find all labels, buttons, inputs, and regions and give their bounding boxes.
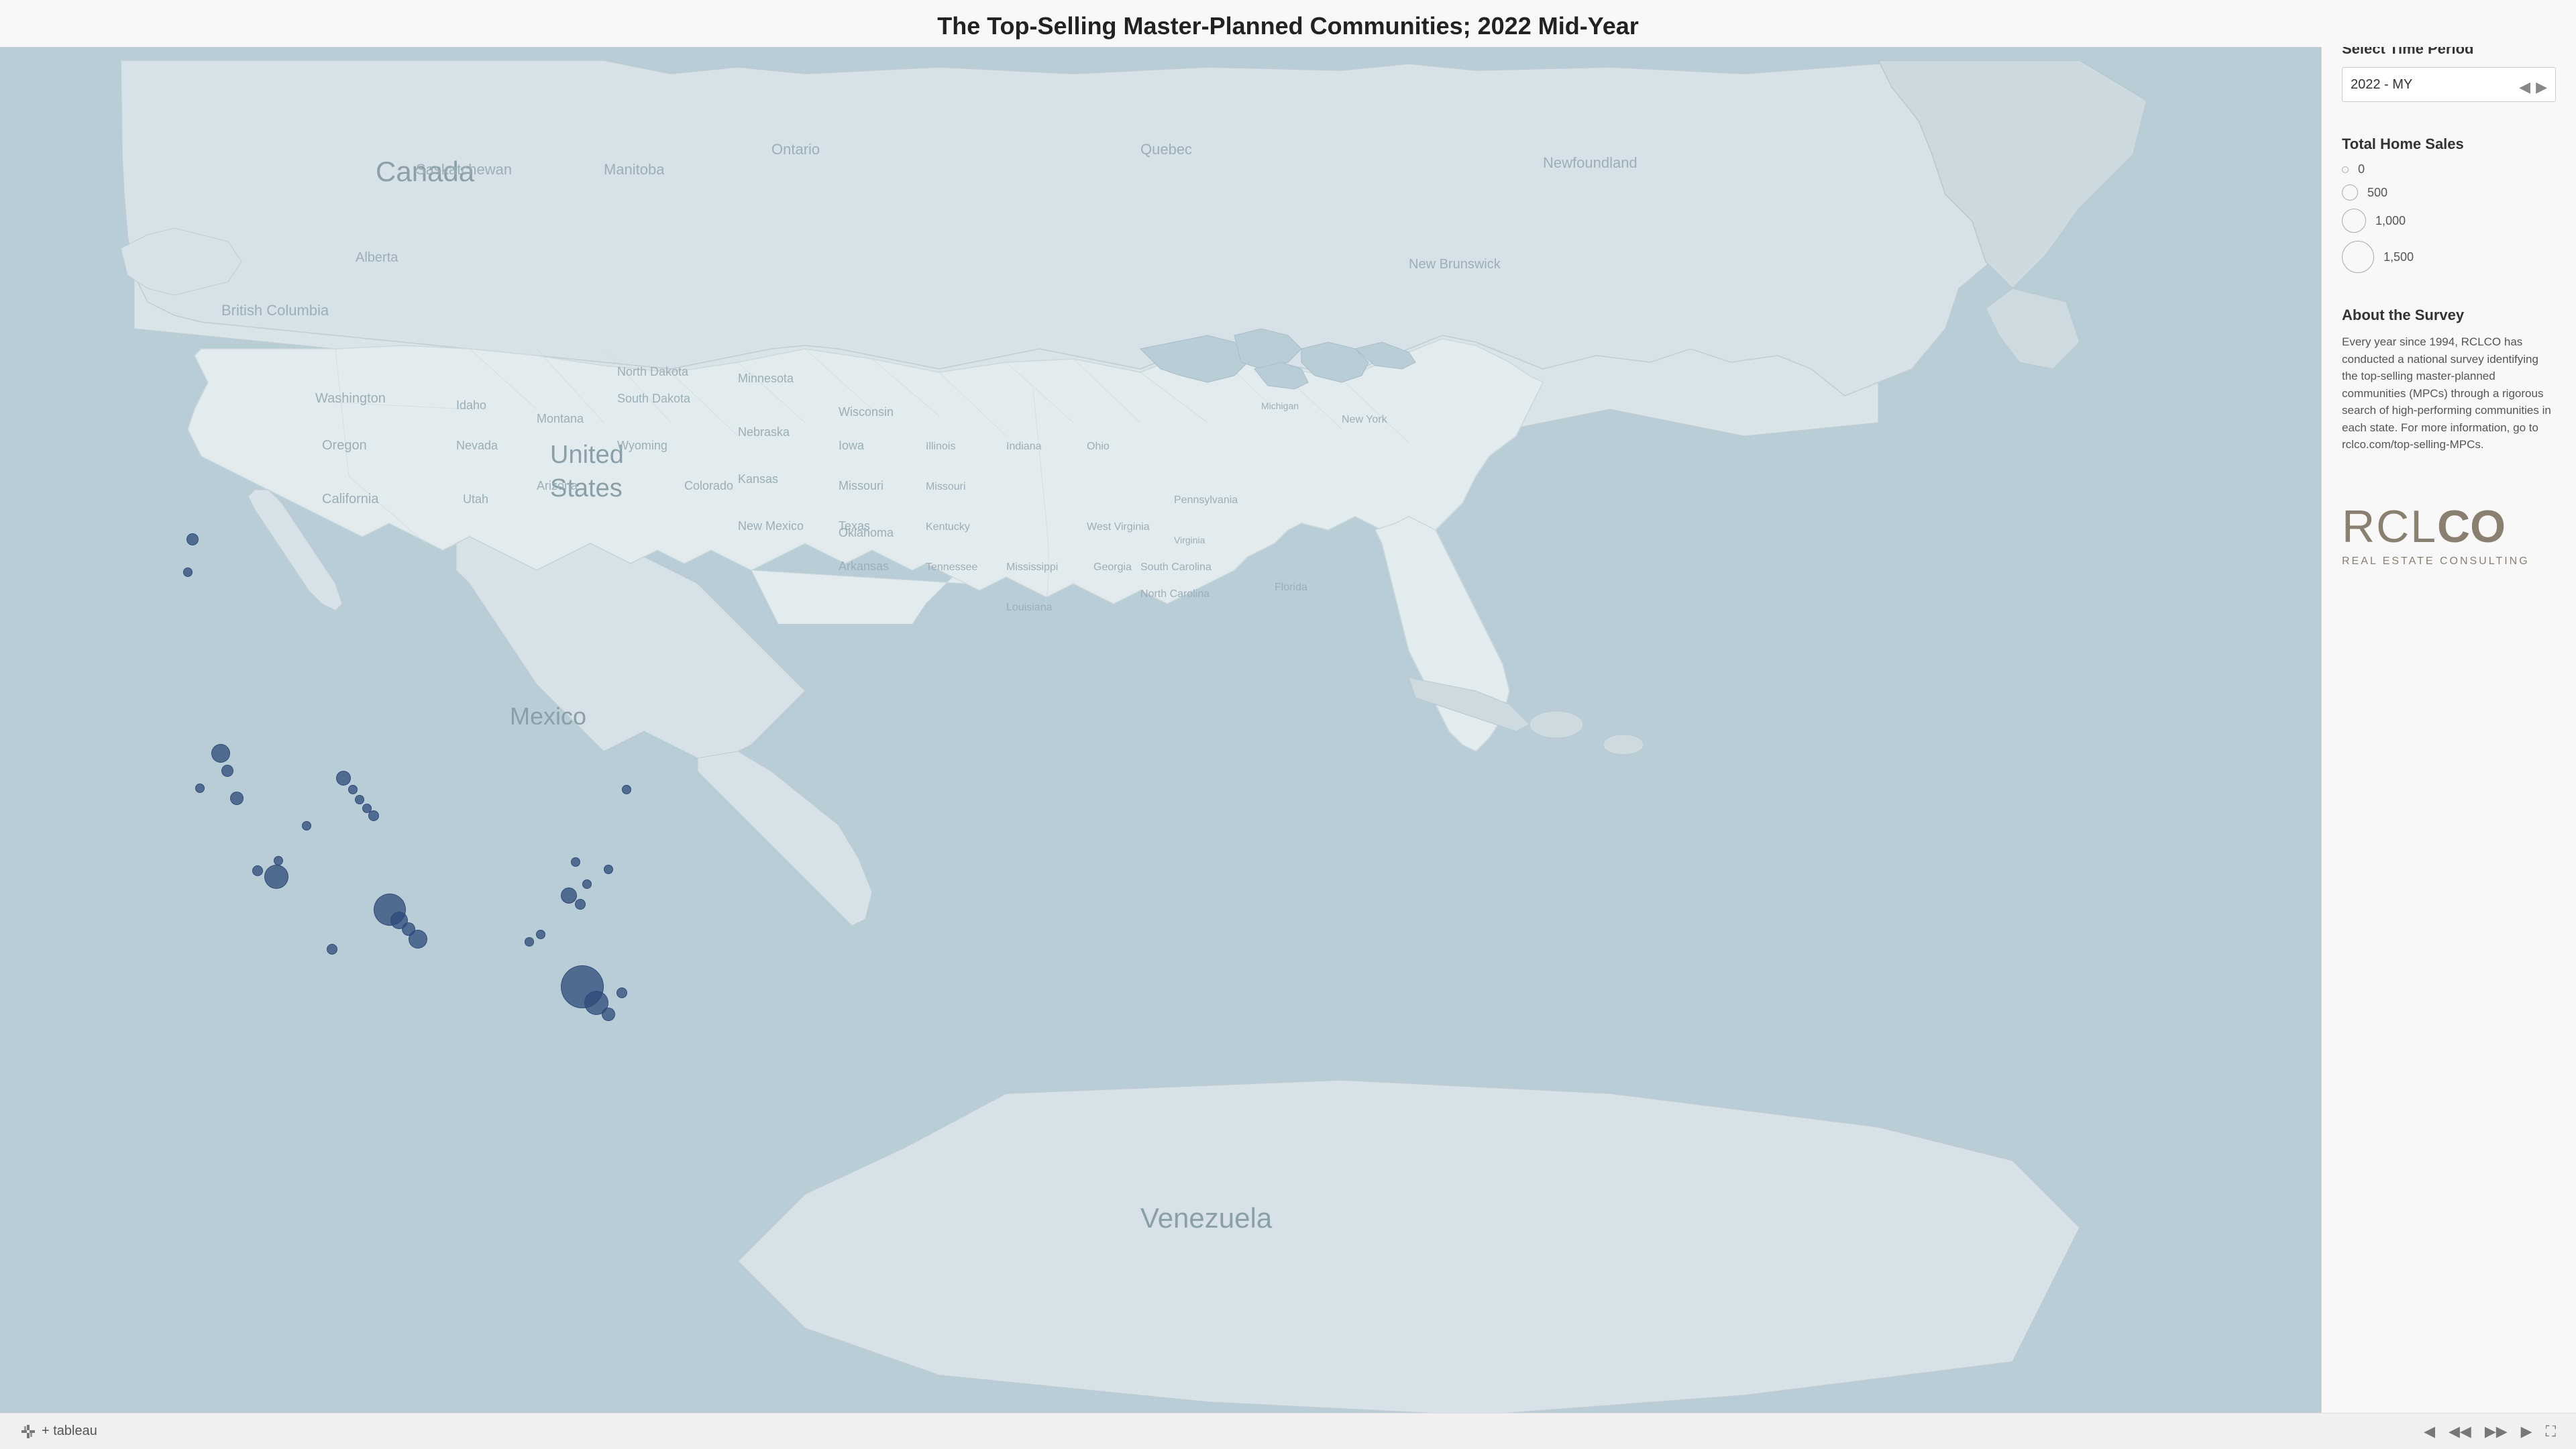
svg-text:Utah: Utah [463, 492, 488, 506]
svg-text:Florida: Florida [1275, 582, 1307, 593]
svg-text:Tennessee: Tennessee [926, 561, 977, 573]
tableau-logo: + tableau [20, 1424, 97, 1440]
page-title: The Top-Selling Master-Planned Communiti… [0, 0, 2576, 47]
nav-next-page-btn[interactable]: ▶▶ [2485, 1423, 2508, 1440]
svg-text:Nevada: Nevada [456, 439, 498, 452]
nav-prev-btn[interactable]: ◀ [2424, 1423, 2435, 1440]
svg-text:Quebec: Quebec [1140, 141, 1192, 158]
sidebar: Select Time Period 2022 - MY ◀ ▶ Total H… [2321, 0, 2576, 1449]
about-title: About the Survey [2342, 307, 2556, 324]
svg-text:California: California [322, 492, 379, 506]
svg-text:New Mexico: New Mexico [738, 519, 804, 533]
svg-text:Pennsylvania: Pennsylvania [1174, 494, 1238, 506]
svg-text:United: United [550, 441, 624, 469]
tableau-icon [20, 1424, 36, 1440]
svg-text:Ohio: Ohio [1087, 441, 1110, 452]
legend-section: Total Home Sales 0 500 1,000 [2342, 136, 2556, 273]
svg-text:Illinois: Illinois [926, 441, 955, 452]
svg-text:Kansas: Kansas [738, 472, 778, 486]
svg-text:Georgia: Georgia [1093, 561, 1132, 573]
svg-text:Mexico: Mexico [510, 702, 586, 730]
rclco-logo: RCLCO REAL ESTATE CONSULTING [2342, 500, 2556, 568]
svg-text:Alberta: Alberta [356, 250, 398, 265]
tableau-bar: + tableau ◀ ◀◀ ▶▶ ▶ ⛶ [0, 1413, 2576, 1449]
svg-text:Indiana: Indiana [1006, 441, 1042, 452]
logo-wordmark: RCLCO [2342, 500, 2506, 553]
legend-value-1000: 1,000 [2375, 214, 2406, 228]
legend-value-500: 500 [2367, 186, 2387, 200]
svg-text:West Virginia: West Virginia [1087, 521, 1150, 533]
time-period-section: Select Time Period 2022 - MY ◀ ▶ [2342, 40, 2556, 102]
svg-text:Manitoba: Manitoba [604, 161, 665, 178]
logo-co: CO [2437, 500, 2506, 553]
legend-circle-0 [2342, 166, 2349, 173]
legend-item-1000: 1,000 [2342, 209, 2556, 233]
content-area: Canada United States Mexico Venezuela Br… [0, 0, 2576, 1449]
legend-item-1500: 1,500 [2342, 241, 2556, 273]
legend-circle-1500 [2342, 241, 2374, 273]
svg-text:Mississippi: Mississippi [1006, 561, 1058, 573]
svg-text:British Columbia: British Columbia [221, 302, 329, 319]
logo-subtitle: REAL ESTATE CONSULTING [2342, 555, 2530, 568]
about-text: Every year since 1994, RCLCO has conduct… [2342, 333, 2556, 453]
nav-fullscreen-btn[interactable]: ⛶ [2546, 1423, 2556, 1440]
svg-text:Kentucky: Kentucky [926, 521, 970, 533]
legend-value-0: 0 [2358, 162, 2365, 176]
svg-text:New York: New York [1342, 414, 1388, 425]
time-period-dropdown[interactable]: 2022 - MY ◀ ▶ [2342, 67, 2556, 102]
svg-text:Minnesota: Minnesota [738, 372, 794, 385]
svg-text:North Carolina: North Carolina [1140, 588, 1210, 600]
svg-text:Ontario: Ontario [771, 141, 820, 158]
svg-text:Missouri: Missouri [926, 481, 966, 492]
svg-text:New Brunswick: New Brunswick [1409, 257, 1501, 272]
svg-text:Venezuela: Venezuela [1140, 1202, 1273, 1234]
legend-circle-500 [2342, 184, 2358, 201]
nav-prev-page-btn[interactable]: ◀◀ [2449, 1423, 2471, 1440]
svg-text:Colorado: Colorado [684, 479, 733, 492]
selected-period-value: 2022 - MY [2351, 77, 2412, 93]
svg-text:Michigan: Michigan [1261, 400, 1299, 411]
svg-text:North Dakota: North Dakota [617, 365, 689, 378]
legend-value-1500: 1,500 [2383, 250, 2414, 264]
svg-text:Wyoming: Wyoming [617, 439, 667, 452]
svg-text:Oregon: Oregon [322, 438, 367, 453]
svg-text:Missouri: Missouri [839, 479, 883, 492]
svg-text:Washington: Washington [315, 391, 386, 406]
svg-text:Louisiana: Louisiana [1006, 602, 1053, 613]
svg-text:Oklahoma: Oklahoma [839, 526, 894, 539]
prev-btn[interactable]: ◀ [2519, 78, 2530, 96]
nav-next-btn[interactable]: ▶ [2521, 1423, 2532, 1440]
legend-items: 0 500 1,000 1,500 [2342, 162, 2556, 273]
main-container: The Top-Selling Master-Planned Communiti… [0, 0, 2576, 1449]
legend-circle-1000 [2342, 209, 2366, 233]
svg-text:Arizona: Arizona [537, 479, 578, 492]
logo-rcl: RCL [2342, 504, 2437, 549]
svg-text:Arkansas: Arkansas [839, 559, 889, 573]
svg-text:South Carolina: South Carolina [1140, 561, 1212, 573]
svg-text:Nebraska: Nebraska [738, 425, 790, 439]
svg-text:Idaho: Idaho [456, 398, 486, 412]
legend-item-500: 500 [2342, 184, 2556, 201]
svg-text:Newfoundland: Newfoundland [1543, 154, 1638, 171]
svg-text:South Dakota: South Dakota [617, 392, 691, 405]
legend-label: Total Home Sales [2342, 136, 2556, 153]
svg-text:Wisconsin: Wisconsin [839, 405, 894, 419]
map-svg: Canada United States Mexico Venezuela Br… [0, 0, 2321, 1449]
tableau-label: + tableau [42, 1424, 97, 1439]
next-btn[interactable]: ▶ [2536, 78, 2547, 96]
svg-text:Iowa: Iowa [839, 439, 865, 452]
svg-text:Montana: Montana [537, 412, 584, 425]
legend-item-0: 0 [2342, 162, 2556, 176]
svg-text:Virginia: Virginia [1174, 535, 1205, 545]
dropdown-controls: ◀ ▶ [2519, 78, 2547, 96]
svg-text:Saskatchewan: Saskatchewan [416, 161, 512, 178]
tableau-nav: ◀ ◀◀ ▶▶ ▶ ⛶ [2424, 1423, 2556, 1440]
map-area[interactable]: Canada United States Mexico Venezuela Br… [0, 0, 2321, 1449]
about-section: About the Survey Every year since 1994, … [2342, 307, 2556, 453]
